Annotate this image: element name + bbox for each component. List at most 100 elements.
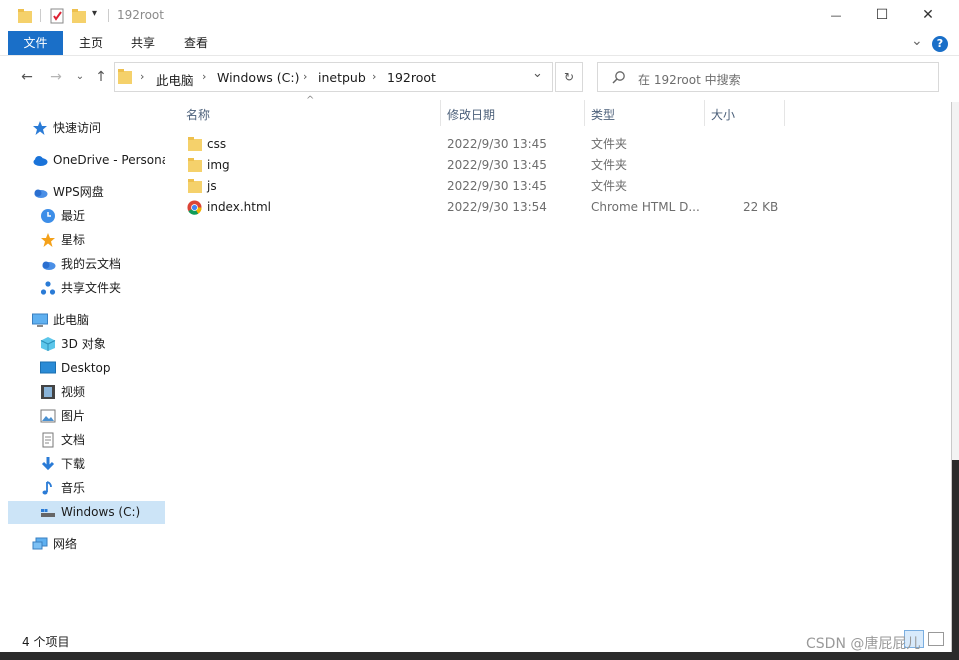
nav-videos[interactable]: 视频 — [40, 381, 185, 403]
table-row[interactable]: css 2022/9/30 13:45 文件夹 — [184, 134, 784, 155]
column-divider[interactable] — [704, 100, 705, 126]
nav-label: 图片 — [61, 409, 86, 423]
watermark: CSDN @唐屁屁儿 — [806, 636, 921, 652]
qat-dropdown-icon[interactable]: ▾ — [92, 8, 97, 19]
nav-recent[interactable]: 最近 — [40, 205, 185, 227]
forward-button[interactable]: → — [47, 68, 65, 86]
clock-icon — [40, 208, 56, 224]
drive-icon — [40, 504, 56, 520]
nav-label: 我的云文档 — [61, 257, 122, 271]
table-row[interactable]: img 2022/9/30 13:45 文件夹 — [184, 155, 784, 176]
file-name: index.html — [207, 200, 271, 214]
download-arrow-icon — [40, 456, 56, 472]
file-name: img — [207, 158, 230, 172]
file-type: 文件夹 — [591, 179, 628, 193]
nav-label: 音乐 — [61, 481, 86, 495]
table-row[interactable]: index.html 2022/9/30 13:54 Chrome HTML D… — [184, 197, 784, 218]
cloud-icon — [32, 184, 48, 200]
chevron-right-icon[interactable]: › — [140, 70, 144, 83]
computer-icon — [32, 312, 48, 328]
tab-view[interactable]: 查看 — [171, 31, 221, 55]
divider — [108, 9, 109, 22]
nav-label: 视频 — [61, 385, 86, 399]
nav-my-cloud-docs[interactable]: 我的云文档 — [40, 253, 185, 275]
file-name: js — [207, 179, 217, 193]
nav-label: 网络 — [53, 537, 78, 551]
maximize-button[interactable]: ☐ — [859, 0, 905, 31]
back-button[interactable]: ← — [18, 68, 36, 86]
file-modified: 2022/9/30 13:45 — [447, 179, 547, 193]
breadcrumb-inetpub[interactable]: inetpub — [318, 70, 366, 85]
music-note-icon — [40, 480, 56, 496]
breadcrumb-c-drive[interactable]: Windows (C:) — [217, 70, 299, 85]
table-row[interactable]: js 2022/9/30 13:45 文件夹 — [184, 176, 784, 197]
chevron-right-icon[interactable]: › — [303, 70, 307, 83]
nav-label: 共享文件夹 — [61, 281, 122, 295]
nav-label: 3D 对象 — [61, 337, 106, 351]
recent-locations-icon[interactable]: ⌄ — [71, 68, 89, 86]
nav-label: Windows (C:) — [61, 505, 141, 519]
file-type: 文件夹 — [591, 158, 628, 172]
file-modified: 2022/9/30 13:45 — [447, 137, 547, 151]
nav-this-pc[interactable]: 此电脑 — [32, 309, 177, 331]
nav-label: WPS网盘 — [53, 185, 104, 199]
nav-desktop[interactable]: Desktop — [40, 357, 185, 379]
nav-onedrive[interactable]: OneDrive - Personal — [32, 149, 165, 171]
nav-shared-folder[interactable]: 共享文件夹 — [40, 277, 185, 299]
cloud-icon — [32, 152, 48, 168]
column-header-size[interactable]: 大小 — [711, 106, 735, 124]
file-type: 文件夹 — [591, 137, 628, 151]
chevron-right-icon[interactable]: › — [372, 70, 376, 83]
nav-star[interactable]: 星标 — [40, 229, 185, 251]
column-header-modified[interactable]: 修改日期 — [447, 106, 495, 124]
folder-icon — [18, 8, 32, 27]
search-icon — [612, 70, 626, 87]
chrome-icon — [187, 200, 202, 222]
nav-label: 最近 — [61, 209, 86, 223]
nav-network[interactable]: 网络 — [32, 533, 177, 555]
tab-share[interactable]: 共享 — [118, 31, 168, 55]
column-divider[interactable] — [784, 100, 785, 126]
file-type: Chrome HTML D... — [591, 200, 700, 214]
cloud-icon — [40, 256, 56, 272]
nav-documents[interactable]: 文档 — [40, 429, 185, 451]
large-icons-view-icon[interactable] — [928, 632, 944, 646]
tab-file[interactable]: 文件 — [8, 31, 63, 55]
breadcrumb-this-pc[interactable]: 此电脑 — [156, 70, 194, 89]
ribbon-expand-icon[interactable]: ⌄ — [911, 33, 923, 49]
nav-label: 此电脑 — [53, 313, 90, 327]
star-icon — [40, 232, 56, 248]
properties-icon[interactable] — [50, 8, 64, 27]
divider — [40, 9, 41, 22]
nav-label: 下载 — [61, 457, 86, 471]
nav-wps[interactable]: WPS网盘 — [32, 181, 177, 203]
column-divider[interactable] — [584, 100, 585, 126]
nav-label: 快速访问 — [53, 121, 102, 135]
nav-3d-objects[interactable]: 3D 对象 — [40, 333, 185, 355]
chevron-right-icon[interactable]: › — [202, 70, 206, 83]
help-icon[interactable]: ? — [932, 36, 948, 52]
close-button[interactable]: ✕ — [905, 0, 951, 31]
nav-c-drive[interactable]: Windows (C:) — [40, 501, 185, 523]
column-header-name[interactable]: 名称 — [186, 106, 210, 124]
nav-label: Desktop — [61, 361, 111, 375]
refresh-button[interactable]: ↻ — [555, 62, 583, 92]
nav-quick-access[interactable]: 快速访问 — [32, 117, 177, 139]
document-icon — [40, 432, 56, 448]
search-input[interactable]: 在 192root 中搜索 — [638, 71, 741, 88]
minimize-button[interactable]: — — [813, 0, 859, 31]
nav-downloads[interactable]: 下载 — [40, 453, 185, 475]
up-button[interactable]: ↑ — [92, 68, 110, 86]
file-size: 22 KB — [743, 200, 779, 214]
breadcrumb-192root[interactable]: 192root — [387, 70, 436, 85]
address-dropdown-icon[interactable]: ⌄ — [532, 66, 543, 81]
column-header-type[interactable]: 类型 — [591, 106, 615, 124]
file-name: css — [207, 137, 227, 151]
nav-pictures[interactable]: 图片 — [40, 405, 185, 427]
tab-home[interactable]: 主页 — [66, 31, 116, 55]
address-folder-icon — [118, 68, 132, 88]
new-folder-icon[interactable] — [72, 8, 86, 27]
nav-music[interactable]: 音乐 — [40, 477, 185, 499]
network-icon — [32, 536, 48, 552]
column-divider[interactable] — [440, 100, 441, 126]
